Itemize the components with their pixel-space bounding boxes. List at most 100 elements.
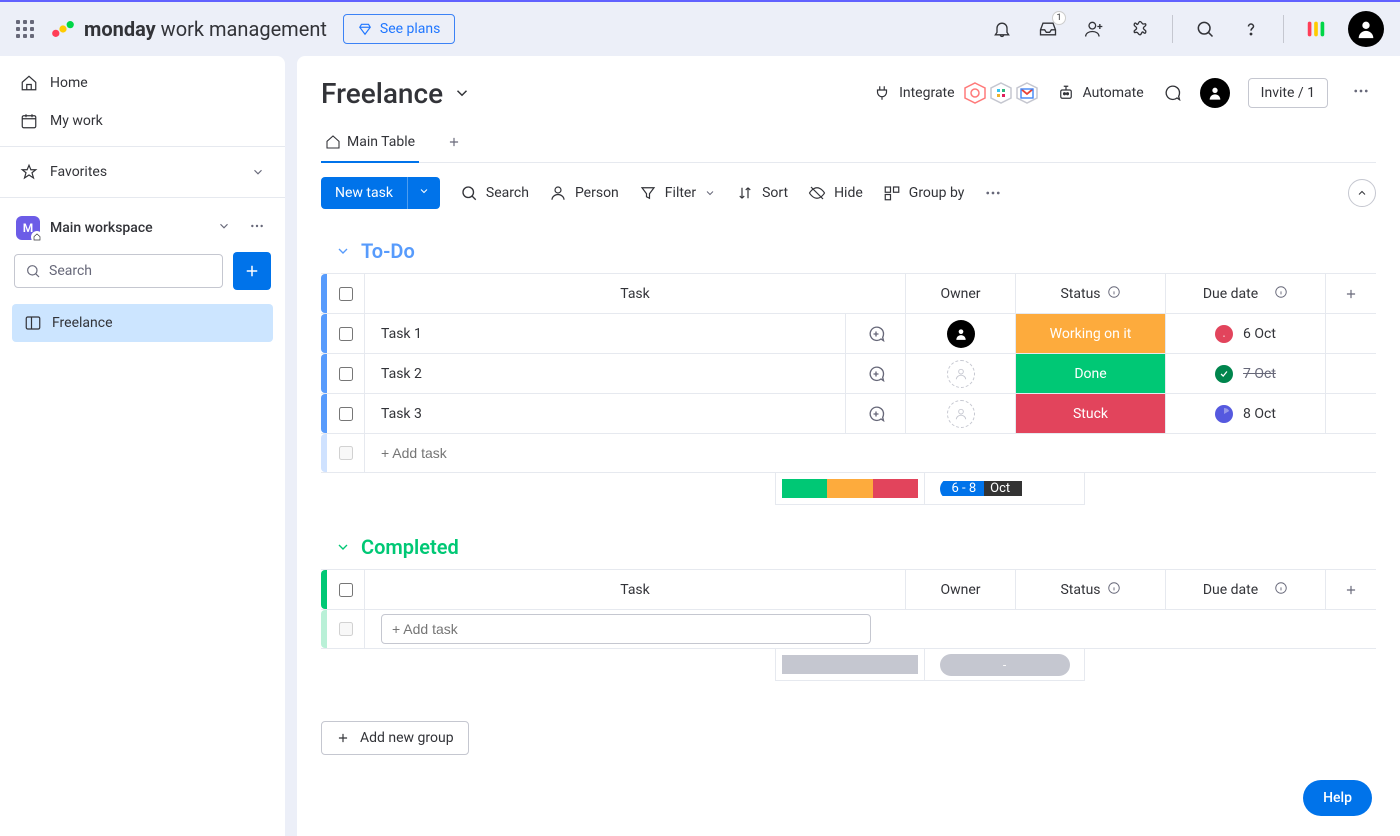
new-task-dropdown[interactable] bbox=[407, 177, 440, 209]
column-status[interactable]: Status bbox=[1016, 274, 1166, 313]
topbar-actions: 1 bbox=[988, 11, 1384, 47]
unassigned-icon bbox=[947, 400, 975, 428]
status-cell[interactable]: Done bbox=[1016, 354, 1166, 393]
see-plans-button[interactable]: See plans bbox=[343, 14, 455, 44]
add-column-button[interactable] bbox=[1326, 274, 1376, 313]
add-view-button[interactable] bbox=[439, 127, 469, 161]
task-name-cell[interactable]: Task 2 bbox=[365, 354, 846, 393]
column-owner[interactable]: Owner bbox=[906, 570, 1016, 609]
invite-button[interactable]: Invite / 1 bbox=[1248, 78, 1328, 108]
add-task-row[interactable] bbox=[321, 609, 1376, 649]
add-group-button[interactable]: Add new group bbox=[321, 721, 469, 755]
conversation-icon[interactable] bbox=[846, 314, 906, 353]
home-icon bbox=[325, 134, 341, 150]
column-owner[interactable]: Owner bbox=[906, 274, 1016, 313]
alert-icon bbox=[1215, 325, 1233, 343]
conversation-icon[interactable] bbox=[846, 394, 906, 433]
status-cell[interactable]: Stuck bbox=[1016, 394, 1166, 433]
search-everything-icon[interactable] bbox=[1191, 15, 1219, 43]
board-options-icon[interactable] bbox=[1346, 76, 1376, 110]
inbox-badge: 1 bbox=[1052, 11, 1066, 25]
row-checkbox[interactable] bbox=[327, 394, 365, 433]
board-owner-avatar[interactable] bbox=[1200, 78, 1230, 108]
due-date-cell[interactable]: 7 Oct bbox=[1166, 354, 1326, 393]
add-item-button[interactable] bbox=[233, 252, 271, 290]
group-summary-row: - bbox=[327, 649, 1376, 681]
group-header-todo[interactable]: To-Do bbox=[321, 239, 1376, 263]
add-task-input[interactable] bbox=[381, 445, 871, 461]
table-header: Task Owner Status Due date bbox=[321, 273, 1376, 313]
nav-home[interactable]: Home bbox=[0, 64, 285, 102]
hide-icon bbox=[808, 184, 826, 202]
column-due-date[interactable]: Due date bbox=[1166, 274, 1326, 313]
task-name-cell[interactable]: Task 3 bbox=[365, 394, 846, 433]
column-status[interactable]: Status bbox=[1016, 570, 1166, 609]
notifications-icon[interactable] bbox=[988, 15, 1016, 43]
nav-favorites[interactable]: Favorites bbox=[0, 153, 285, 191]
collapse-toolbar-button[interactable] bbox=[1348, 179, 1376, 207]
sidebar-search-input[interactable]: Search bbox=[14, 254, 223, 288]
info-icon[interactable] bbox=[1274, 581, 1288, 599]
sidebar-board-freelance[interactable]: Freelance bbox=[12, 304, 273, 342]
add-task-row[interactable] bbox=[321, 433, 1376, 473]
nav-my-work[interactable]: My work bbox=[0, 102, 285, 140]
table-header: Task Owner Status Due date bbox=[321, 569, 1376, 609]
row-checkbox[interactable] bbox=[327, 354, 365, 393]
topbar: monday work management See plans 1 bbox=[0, 0, 1400, 56]
group-summary-row: 6 - 8 Oct bbox=[327, 473, 1376, 505]
invite-members-icon[interactable] bbox=[1080, 15, 1108, 43]
robot-icon bbox=[1057, 84, 1075, 102]
add-task-input[interactable] bbox=[381, 614, 871, 644]
toolbar-sort[interactable]: Sort bbox=[736, 184, 788, 202]
toolbar-more-icon[interactable] bbox=[984, 184, 1002, 202]
due-date-summary[interactable]: 6 - 8 Oct bbox=[925, 473, 1085, 505]
help-icon[interactable] bbox=[1237, 15, 1265, 43]
toolbar-hide[interactable]: Hide bbox=[808, 184, 863, 202]
product-switcher-icon[interactable] bbox=[1302, 15, 1330, 43]
column-task[interactable]: Task bbox=[365, 274, 906, 313]
new-task-button[interactable]: New task bbox=[321, 177, 440, 209]
select-all-checkbox[interactable] bbox=[327, 570, 365, 609]
row-checkbox[interactable] bbox=[327, 314, 365, 353]
integration-app-icons bbox=[963, 81, 1039, 105]
toolbar-filter[interactable]: Filter bbox=[639, 184, 716, 202]
profile-avatar[interactable] bbox=[1348, 11, 1384, 47]
group-header-completed[interactable]: Completed bbox=[321, 535, 1376, 559]
workspace-selector[interactable]: M Main workspace bbox=[0, 204, 285, 252]
status-summary[interactable] bbox=[775, 473, 925, 505]
conversation-icon[interactable] bbox=[846, 354, 906, 393]
board-icon bbox=[24, 314, 42, 332]
status-cell[interactable]: Working on it bbox=[1016, 314, 1166, 353]
automate-button[interactable]: Automate bbox=[1057, 84, 1144, 102]
select-all-checkbox[interactable] bbox=[327, 274, 365, 313]
chevron-down-icon bbox=[335, 243, 351, 259]
integrate-button[interactable]: Integrate bbox=[873, 81, 1039, 105]
info-icon[interactable] bbox=[1107, 285, 1121, 303]
inbox-icon[interactable]: 1 bbox=[1034, 15, 1062, 43]
owner-cell[interactable] bbox=[906, 354, 1016, 393]
column-task[interactable]: Task bbox=[365, 570, 906, 609]
main-content: Freelance Integrate Automate bbox=[297, 56, 1400, 836]
chevron-down-icon[interactable] bbox=[213, 215, 235, 241]
due-date-cell[interactable]: 6 Oct bbox=[1166, 314, 1326, 353]
owner-cell[interactable] bbox=[906, 394, 1016, 433]
workspace-menu-icon[interactable] bbox=[245, 214, 269, 242]
help-button[interactable]: Help bbox=[1303, 780, 1372, 816]
task-name-cell[interactable]: Task 1 bbox=[365, 314, 846, 353]
tab-main-table[interactable]: Main Table bbox=[321, 126, 419, 162]
toolbar-search[interactable]: Search bbox=[460, 184, 529, 202]
apps-grid-icon[interactable] bbox=[16, 20, 34, 38]
info-icon[interactable] bbox=[1107, 581, 1121, 599]
board-title[interactable]: Freelance bbox=[321, 77, 471, 110]
apps-marketplace-icon[interactable] bbox=[1126, 15, 1154, 43]
column-due-date[interactable]: Due date bbox=[1166, 570, 1326, 609]
sidebar: Home My work Favorites M Main workspace bbox=[0, 56, 285, 836]
toolbar-person[interactable]: Person bbox=[549, 184, 619, 202]
toolbar-group-by[interactable]: Group by bbox=[883, 184, 965, 202]
add-column-button[interactable] bbox=[1326, 570, 1376, 609]
info-icon[interactable] bbox=[1274, 285, 1288, 303]
owner-cell[interactable] bbox=[906, 314, 1016, 353]
board-discussion-icon[interactable] bbox=[1162, 83, 1182, 103]
group-icon bbox=[883, 184, 901, 202]
due-date-cell[interactable]: 8 Oct bbox=[1166, 394, 1326, 433]
